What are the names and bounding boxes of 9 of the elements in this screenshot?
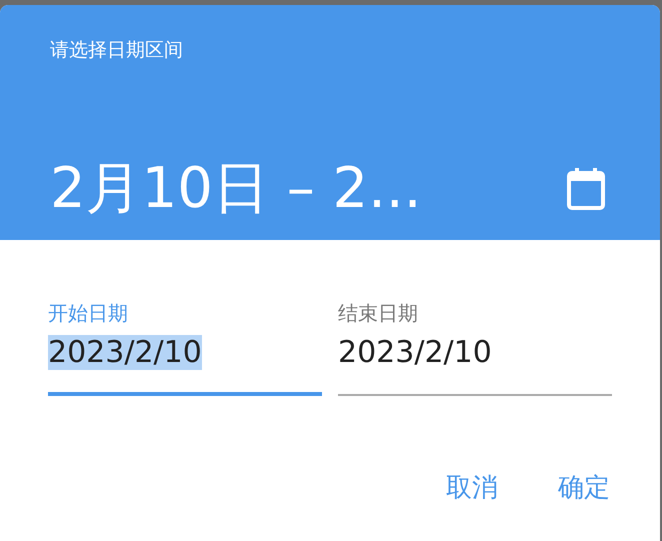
date-input-field[interactable]: 开始日期 2023/2/10 bbox=[48, 300, 322, 396]
field-value: 2023/2/10 bbox=[48, 335, 202, 370]
field-value: 2023/2/10 bbox=[338, 335, 492, 370]
date-input-field[interactable]: 结束日期 2023/2/10 bbox=[338, 300, 612, 396]
field-label: 结束日期 bbox=[338, 300, 418, 327]
date-range-text: 2月10日 – 2... bbox=[50, 155, 422, 223]
calendar-icon[interactable] bbox=[566, 167, 606, 211]
dialog-title: 请选择日期区间 bbox=[50, 38, 184, 63]
field-label: 开始日期 bbox=[48, 300, 128, 327]
